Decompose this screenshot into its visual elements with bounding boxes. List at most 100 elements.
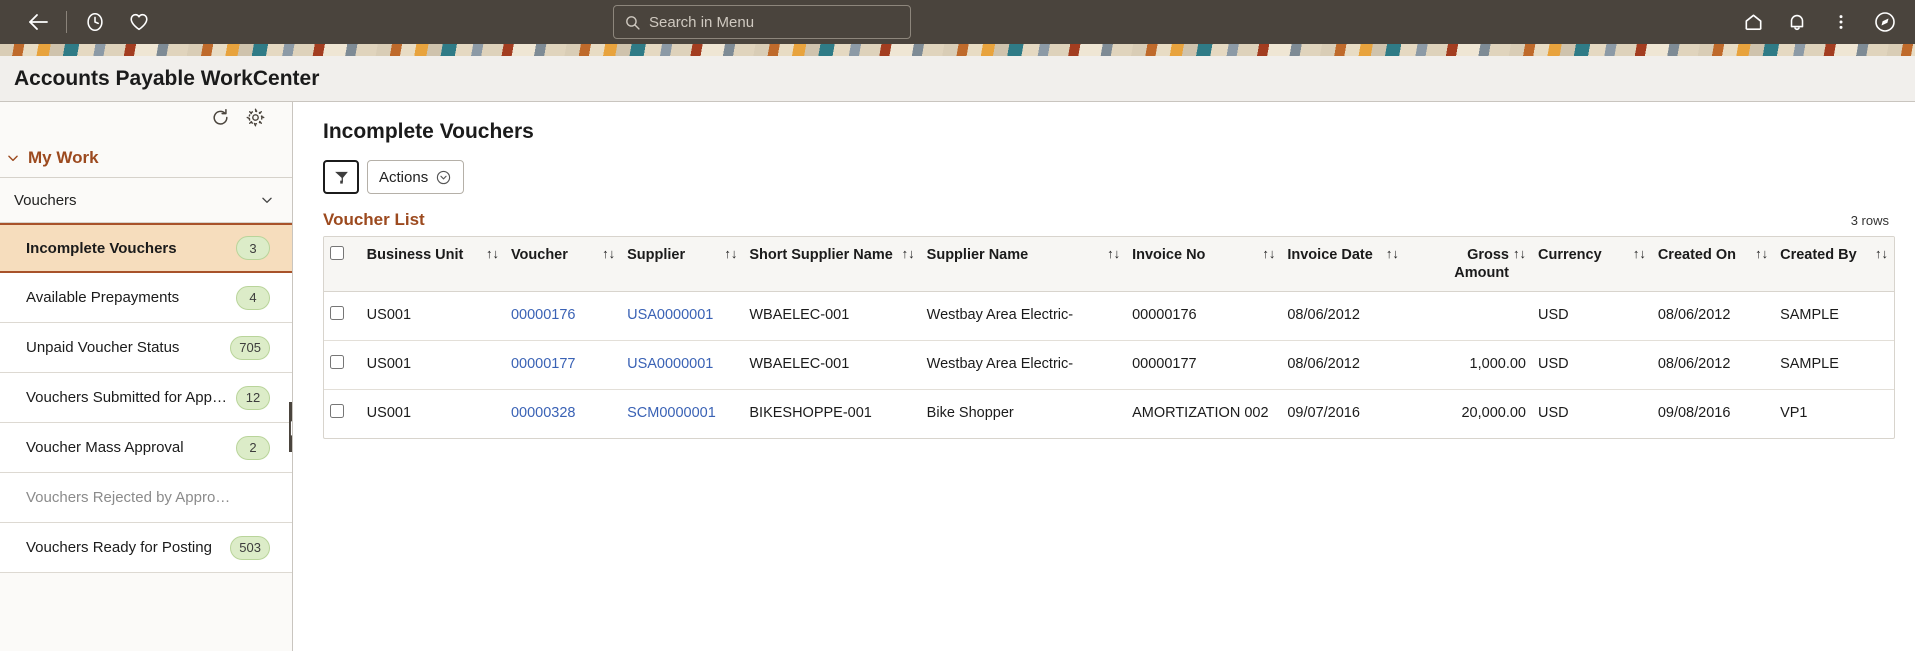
back-arrow-icon[interactable] [16,0,60,44]
sort-toggle-icon[interactable]: ↑↓ [1107,246,1120,262]
sidebar-item-vouchers-submitted-for-app[interactable]: Vouchers Submitted for App… 12 [0,373,292,423]
page-header: Accounts Payable WorkCenter [0,56,1915,102]
search-input[interactable]: Search in Menu [613,5,911,39]
cell-voucher[interactable]: 00000176 [504,291,622,342]
sort-toggle-icon[interactable]: ↑↓ [1262,246,1275,262]
heart-icon[interactable] [117,0,161,44]
cell-supplier[interactable]: SCM0000001 [621,389,743,437]
refresh-icon[interactable] [210,107,231,133]
table-head: Business Unit ↑↓ Voucher ↑↓ Supplier ↑↓ Short … [324,237,1894,293]
home-icon[interactable] [1731,0,1775,44]
chevron-down-icon [8,155,18,161]
voucher-link[interactable]: 00000177 [511,356,576,372]
cell-created-on: 08/06/2012 [1651,291,1775,342]
cell-created-by: SAMPLE [1774,340,1894,390]
topbar-left-icons [16,0,161,44]
sidebar-item-vouchers-ready-for-posting[interactable]: Vouchers Ready for Posting 503 [0,523,292,573]
cell-supplier-name: Westbay Area Electric- [920,340,1127,390]
decorative-banner-strip [0,44,1915,56]
column-header-short-supplier-name: Short Supplier Name ↑↓ [743,237,921,293]
sidebar-item-available-prepayments[interactable]: Available Prepayments 4 [0,273,292,323]
sort-toggle-icon[interactable]: ↑↓ [1633,246,1646,262]
search-placeholder: Search in Menu [649,13,755,31]
sidebar-item-badge: 503 [230,535,270,560]
clock-icon[interactable] [73,0,117,44]
compass-icon[interactable] [1863,0,1907,44]
page-title: Accounts Payable WorkCenter [14,66,320,90]
main-title: Incomplete Vouchers [323,120,534,143]
bell-icon[interactable] [1775,0,1819,44]
sort-toggle-icon[interactable]: ↑↓ [1755,246,1768,262]
list-title: Voucher List [323,210,425,229]
supplier-link[interactable]: USA0000001 [627,356,713,372]
sort-toggle-icon[interactable]: ↑↓ [902,246,915,262]
cell-created-on: 08/06/2012 [1651,340,1775,390]
cell-short-supplier-name: WBAELEC-001 [743,291,921,342]
sort-toggle-icon[interactable]: ↑↓ [1513,246,1526,262]
cell-currency: USD [1532,291,1652,342]
column-header-created-on: Created On ↑↓ [1651,237,1775,293]
column-header-invoice-date: Invoice Date ↑↓ [1281,237,1405,293]
row-select-checkbox[interactable] [330,306,344,321]
row-select-cell [324,340,361,390]
voucher-link[interactable]: 00000328 [511,405,576,421]
sort-toggle-icon[interactable]: ↑↓ [486,246,499,262]
column-header-label: Created By [1780,247,1857,263]
search-input-wrapper[interactable]: Search in Menu [613,5,911,39]
row-select-checkbox[interactable] [330,403,344,418]
sidebar-section-my-work[interactable]: My Work [0,138,292,178]
gear-icon[interactable] [245,107,266,133]
sidebar-item-list: Incomplete Vouchers 3 Available Prepayment… [0,223,292,573]
row-select-checkbox[interactable] [330,355,344,370]
sort-toggle-icon[interactable]: ↑↓ [1875,246,1888,262]
search-icon [626,15,640,30]
cell-supplier[interactable]: USA0000001 [621,291,744,342]
kebab-menu-icon[interactable] [1819,0,1863,44]
cell-voucher[interactable]: 00000177 [504,340,622,390]
column-header-label: Invoice Date [1287,247,1373,263]
select-all-checkbox[interactable] [330,246,344,260]
supplier-link[interactable]: USA0000001 [627,307,713,323]
column-header-label: Gross Amount [1454,247,1509,282]
workcenter-sidebar: My Work Vouchers Incomplete Vouchers 3 Ava… [0,102,293,651]
column-header-supplier: Supplier ↑↓ [621,237,744,293]
page-body: My Work Vouchers Incomplete Vouchers 3 Ava… [0,102,1915,651]
row-select-cell [324,389,361,437]
sidebar-item-badge: 12 [236,385,270,410]
table-row: US001 00000177 USA0000001 WBAELEC-001 Westba… [324,340,1894,390]
sidebar-item-label: Unpaid Voucher Status [26,339,180,356]
sidebar-item-unpaid-voucher-status[interactable]: Unpaid Voucher Status 705 [0,323,292,373]
sort-toggle-icon[interactable]: ↑↓ [602,246,615,262]
sidebar-item-label: Incomplete Vouchers [26,239,177,257]
filter-button[interactable] [323,160,359,194]
cell-invoice-no: 00000177 [1126,340,1282,390]
sidebar-item-incomplete-vouchers[interactable]: Incomplete Vouchers 3 [0,223,292,273]
table-row: US001 00000176 USA0000001 WBAELEC-001 Westba… [324,291,1894,342]
collapse-handle-glyph: ❙❙ [286,420,292,434]
cell-supplier[interactable]: USA0000001 [621,340,744,390]
sort-toggle-icon[interactable]: ↑↓ [1386,246,1399,262]
cell-short-supplier-name: WBAELEC-001 [743,340,921,390]
cell-business-unit: US001 [360,291,505,342]
content-toolbar: Actions [323,160,1895,194]
cell-created-by: VP1 [1780,404,1808,421]
actions-button[interactable]: Actions [367,160,465,194]
sidebar-group-vouchers[interactable]: Vouchers [0,178,292,223]
cell-gross-amount: 20,000.00 [1461,404,1526,421]
sort-toggle-icon[interactable]: ↑↓ [724,246,737,262]
sidebar-item-label: Available Prepayments [26,289,180,306]
voucher-link[interactable]: 00000176 [511,307,576,323]
chevron-down-icon [262,197,272,203]
column-header-created-by: Created By ↑↓ [1774,237,1894,293]
cell-voucher[interactable]: 00000328 [505,389,621,437]
cell-invoice-no: 00000176 [1126,291,1282,342]
column-header-currency: Currency ↑↓ [1532,237,1652,293]
sidebar-item-voucher-mass-approval[interactable]: Voucher Mass Approval 2 [0,423,292,473]
cell-invoice-date: 08/06/2012 [1281,291,1405,342]
voucher-table: Business Unit ↑↓ Voucher ↑↓ Supplier ↑↓ Short … [324,237,1894,438]
column-header-invoice-no: Invoice No ↑↓ [1126,237,1282,293]
supplier-link[interactable]: SCM0000001 [627,405,716,421]
list-header: Voucher List 3 rows [323,210,1895,230]
chevron-down-circle-icon [437,170,451,184]
cell-supplier-name: Westbay Area Electric- [920,291,1127,342]
